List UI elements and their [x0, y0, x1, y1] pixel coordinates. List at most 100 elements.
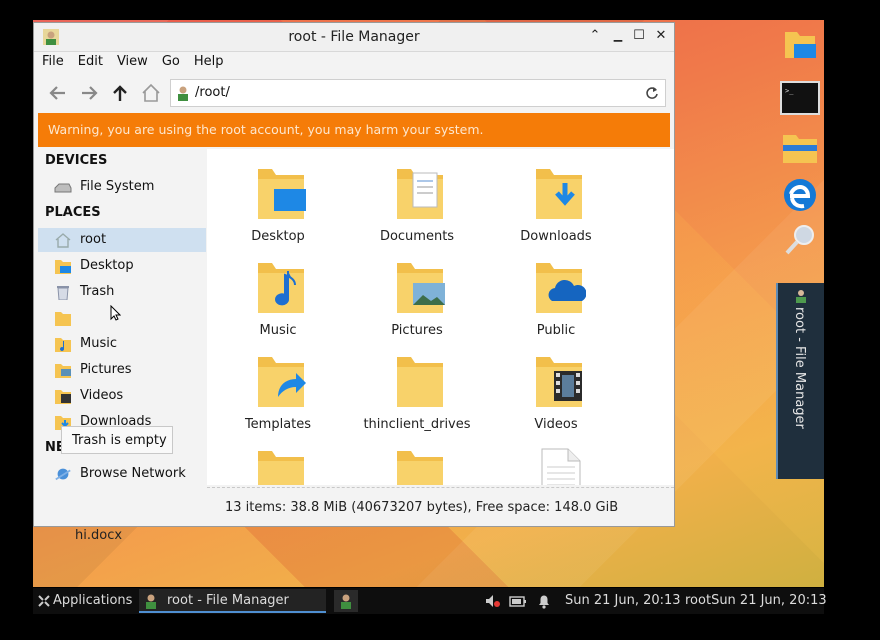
- trash-icon: [57, 286, 69, 300]
- file-item-desktop[interactable]: Desktop: [213, 157, 343, 247]
- file-item-videos[interactable]: Videos: [491, 345, 621, 435]
- dock-task-label: root - File Manager: [792, 307, 807, 429]
- file-label: Desktop: [251, 229, 305, 244]
- home-icon: [142, 83, 160, 102]
- menu-file[interactable]: File: [42, 51, 64, 73]
- user-icon: [178, 86, 188, 101]
- tooltip-text: Trash is empty: [72, 433, 167, 448]
- sidebar-item-music[interactable]: Music: [38, 332, 206, 356]
- home-button[interactable]: [139, 81, 163, 105]
- sidebar-item-trash[interactable]: Trash: [38, 280, 206, 304]
- battery-icon[interactable]: [509, 594, 527, 608]
- toolbar: /root/: [34, 75, 674, 111]
- file-item-thinclient-drives[interactable]: thinclient_drives: [352, 345, 482, 435]
- user-icon: [146, 594, 156, 609]
- sidebar-item-label: Pictures: [80, 362, 132, 377]
- drive-icon: [54, 183, 72, 193]
- music-folder-icon: [258, 263, 304, 313]
- menu-edit[interactable]: Edit: [78, 51, 103, 73]
- sidebar-item-videos[interactable]: Videos: [38, 384, 206, 408]
- file-item-music[interactable]: Music: [213, 251, 343, 341]
- places-header: PLACES: [45, 205, 101, 220]
- edge-browser-icon: [784, 179, 816, 211]
- menu-view[interactable]: View: [117, 51, 148, 73]
- videos-folder-icon: [55, 390, 71, 404]
- notification-bell-icon[interactable]: [537, 593, 551, 609]
- sidebar-item-file-system[interactable]: File System: [38, 175, 206, 199]
- taskbar-clock[interactable]: Sun 21 Jun, 20:13: [565, 593, 681, 608]
- file-item-folder[interactable]: [352, 439, 482, 485]
- music-folder-icon: [55, 338, 71, 352]
- applications-menu-icon[interactable]: [37, 594, 51, 608]
- downloads-folder-icon: [536, 169, 582, 219]
- arrow-left-icon: [49, 86, 65, 100]
- text-file-icon: [541, 448, 581, 485]
- sidebar-item-label: Trash: [80, 284, 115, 299]
- explorer-folder-icon: [783, 135, 817, 163]
- folder-icon: [785, 32, 816, 58]
- taskbar-task-label: root - File Manager: [167, 593, 289, 608]
- back-button[interactable]: [46, 81, 70, 105]
- forward-button[interactable]: [77, 81, 101, 105]
- desktop-folder-icon: [258, 169, 306, 219]
- file-label: Pictures: [391, 323, 443, 338]
- file-item-folder[interactable]: [213, 439, 343, 485]
- templates-folder-icon: [258, 357, 306, 407]
- folder-icon: [397, 357, 443, 407]
- window-title: root - File Manager: [288, 29, 420, 45]
- sidebar-item-browse-network[interactable]: Browse Network: [38, 462, 206, 486]
- volume-muted-icon[interactable]: [485, 594, 501, 608]
- close-button[interactable]: ✕: [652, 27, 670, 45]
- sidebar-item-label: Browse Network: [80, 466, 186, 481]
- file-manager-window: root - File Manager ⌃ ▁ ☐ ✕ File Edit Vi…: [33, 22, 675, 527]
- reload-icon[interactable]: [645, 86, 659, 100]
- file-item-text-file[interactable]: [491, 439, 621, 485]
- file-item-downloads[interactable]: Downloads: [491, 157, 621, 247]
- dock-terminal-button[interactable]: >_: [780, 78, 820, 118]
- file-label: Public: [536, 323, 576, 338]
- trash-tooltip: Trash is empty: [61, 426, 173, 454]
- menu-help[interactable]: Help: [194, 51, 224, 73]
- file-label: Templates: [244, 417, 312, 432]
- file-label: Documents: [379, 229, 455, 244]
- network-icon: [55, 468, 71, 481]
- taskbar-user-clock[interactable]: rootSun 21 Jun, 20:13: [685, 593, 827, 608]
- title-bar[interactable]: root - File Manager ⌃ ▁ ☐ ✕: [34, 23, 674, 52]
- dock-search-button[interactable]: [780, 220, 820, 260]
- status-bar: 13 items: 38.8 MiB (40673207 bytes), Fre…: [207, 487, 674, 526]
- maximize-button[interactable]: ☐: [630, 27, 648, 45]
- public-folder-icon: [536, 263, 586, 313]
- sidebar-item-label: Music: [80, 336, 117, 351]
- svg-text:>_: >_: [785, 87, 794, 95]
- dock-browser-button[interactable]: [780, 175, 820, 215]
- home-icon: [55, 233, 71, 248]
- dock-task-file-manager[interactable]: root - File Manager: [776, 283, 824, 479]
- taskbar-workspace-button[interactable]: [334, 590, 358, 612]
- pictures-folder-icon: [55, 364, 71, 378]
- file-item-documents[interactable]: Documents: [352, 157, 482, 247]
- dock-file-manager-button[interactable]: [780, 24, 820, 64]
- file-item-pictures[interactable]: Pictures: [352, 251, 482, 341]
- taskbar-task-file-manager[interactable]: root - File Manager: [139, 589, 326, 613]
- shade-button[interactable]: ▁: [609, 27, 627, 45]
- applications-menu-button[interactable]: Applications: [53, 593, 132, 608]
- menu-go[interactable]: Go: [162, 51, 180, 73]
- sidebar-item-label: Desktop: [80, 258, 134, 273]
- sidebar-item-documents[interactable]: [38, 306, 206, 330]
- sidebar-item-pictures[interactable]: Pictures: [38, 358, 206, 382]
- file-item-templates[interactable]: Templates: [213, 345, 343, 435]
- dock-explorer-button[interactable]: [780, 128, 820, 168]
- terminal-icon: >_: [780, 81, 820, 115]
- location-bar[interactable]: /root/: [170, 79, 666, 107]
- sidebar-item-root[interactable]: root: [38, 228, 206, 252]
- desktop-folder-icon: [55, 260, 71, 274]
- file-item-public[interactable]: Public: [491, 251, 621, 341]
- minimize-button[interactable]: ⌃: [586, 27, 604, 45]
- sidebar-item-desktop[interactable]: Desktop: [38, 254, 206, 278]
- taskbar: Applications root - File Manager Sun 21 …: [33, 588, 827, 614]
- location-path: /root/: [195, 85, 230, 100]
- up-button[interactable]: [108, 81, 132, 105]
- folder-icon: [258, 451, 304, 485]
- desktop-file-label[interactable]: hi.docx: [75, 528, 122, 543]
- root-warning-banner: Warning, you are using the root account,…: [38, 113, 670, 147]
